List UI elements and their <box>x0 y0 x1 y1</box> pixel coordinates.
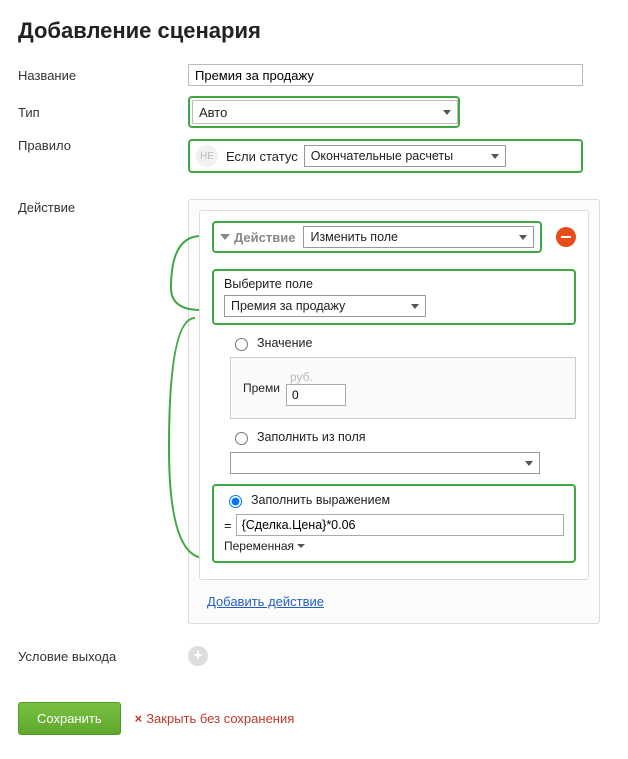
field-label: Выберите поле <box>224 277 564 291</box>
chevron-down-icon <box>443 110 451 115</box>
not-toggle[interactable]: НЕ <box>196 145 218 167</box>
exit-label: Условие выхода <box>18 649 188 664</box>
radio-value-label: Значение <box>257 336 312 350</box>
value-input[interactable] <box>286 384 346 406</box>
action-panel: Действие Изменить поле Выберите поле Пре… <box>188 199 600 624</box>
chevron-down-icon <box>411 304 419 309</box>
field-select-value: Премия за продажу <box>231 299 345 313</box>
name-label: Название <box>18 68 188 83</box>
chevron-down-icon <box>220 234 230 240</box>
type-select-value: Авто <box>199 105 227 120</box>
radio-fromfield-label: Заполнить из поля <box>257 430 366 444</box>
close-icon: × <box>135 711 143 726</box>
radio-expression-label: Заполнить выражением <box>251 493 390 507</box>
remove-action-button[interactable] <box>556 227 576 247</box>
action-title: Действие <box>234 230 295 245</box>
radio-fromfield[interactable] <box>235 432 248 445</box>
action-type-value: Изменить поле <box>310 230 398 244</box>
fromfield-select[interactable] <box>230 452 540 474</box>
page-title: Добавление сценария <box>18 18 610 44</box>
status-select-value: Окончательные расчеты <box>311 149 453 163</box>
action-toggle[interactable]: Действие <box>220 230 295 245</box>
name-input[interactable] <box>188 64 583 86</box>
chevron-down-icon <box>491 154 499 159</box>
expression-input[interactable] <box>236 514 564 536</box>
type-select[interactable]: Авто <box>192 100 458 124</box>
action-label: Действие <box>18 192 188 215</box>
add-exit-condition-button[interactable]: + <box>188 646 208 666</box>
chevron-down-icon <box>519 235 527 240</box>
radio-value[interactable] <box>235 338 248 351</box>
value-block: Преми руб. <box>230 357 576 419</box>
action-card: Действие Изменить поле Выберите поле Пре… <box>199 210 589 580</box>
rule-label: Правило <box>18 138 188 153</box>
action-type-select[interactable]: Изменить поле <box>303 226 534 248</box>
equals-sign: = <box>224 518 232 533</box>
if-status-label: Если статус <box>226 149 298 164</box>
status-select[interactable]: Окончательные расчеты <box>304 145 506 167</box>
cancel-label: Закрыть без сохранения <box>146 711 294 726</box>
chevron-down-icon <box>525 461 533 466</box>
field-selection-box: Выберите поле Премия за продажу <box>212 269 576 325</box>
variable-dropdown[interactable]: Переменная <box>224 539 305 553</box>
value-currency: руб. <box>290 370 346 384</box>
field-select[interactable]: Премия за продажу <box>224 295 426 317</box>
cancel-link[interactable]: × Закрыть без сохранения <box>135 711 295 726</box>
add-action-link[interactable]: Добавить действие <box>207 594 324 609</box>
save-button[interactable]: Сохранить <box>18 702 121 735</box>
value-prefix: Преми <box>243 381 280 395</box>
type-label: Тип <box>18 105 188 120</box>
radio-expression[interactable] <box>229 495 242 508</box>
expression-box: Заполнить выражением = Переменная <box>212 484 576 563</box>
variable-dropdown-label: Переменная <box>224 539 294 553</box>
chevron-down-icon <box>297 544 305 548</box>
